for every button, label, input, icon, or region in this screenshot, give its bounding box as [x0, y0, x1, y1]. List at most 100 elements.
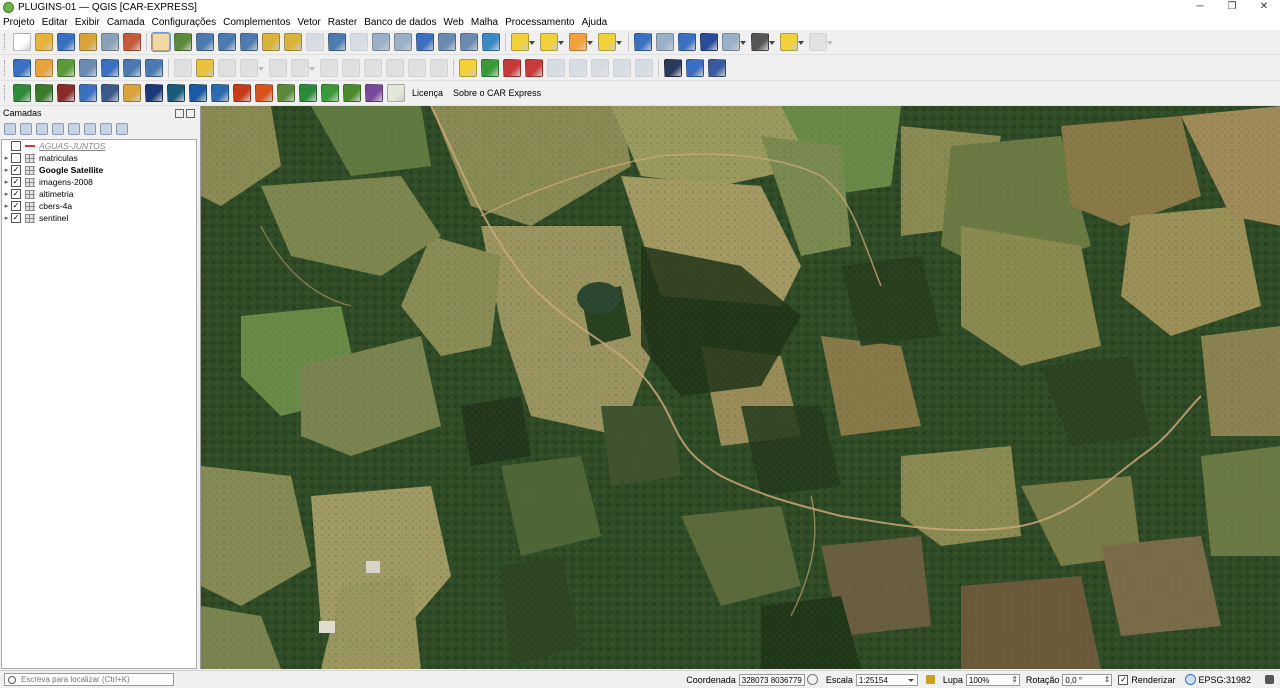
- zoom-selection-icon[interactable]: [262, 33, 280, 51]
- car-fire-alt-icon[interactable]: [255, 84, 273, 102]
- lock-scale-icon[interactable]: [925, 675, 935, 684]
- car-inpe-logo-icon[interactable]: [145, 84, 163, 102]
- menu-4[interactable]: Configurações: [149, 17, 220, 28]
- expand-arrow-icon[interactable]: ▸: [2, 214, 11, 222]
- statistics-sigma-icon[interactable]: [700, 33, 718, 51]
- layer-row[interactable]: ▸ ✓ imagens-2008: [2, 176, 196, 188]
- label-highlight-icon[interactable]: [525, 58, 543, 77]
- toolbar-grip[interactable]: [4, 59, 8, 76]
- car-compass-icon[interactable]: [123, 84, 141, 102]
- layer-row[interactable]: ▸ matriculas: [2, 152, 196, 164]
- layer-row[interactable]: ▸ ✓ cbers-4a: [2, 200, 196, 212]
- car-fire-icon[interactable]: [233, 84, 251, 102]
- locator-bar[interactable]: [4, 673, 174, 686]
- layer-row[interactable]: AGUAS-JUNTOS: [2, 140, 196, 152]
- layer-tree[interactable]: AGUAS-JUNTOS ▸ matriculas ▸ ✓ Google Satellit…: [1, 139, 197, 669]
- car-download-icon[interactable]: [101, 84, 119, 102]
- toolbar-grip[interactable]: [4, 34, 8, 50]
- label-abc-icon[interactable]: [459, 58, 477, 77]
- select-by-expression-icon[interactable]: [598, 33, 622, 51]
- manage-visibility-icon[interactable]: [36, 122, 48, 135]
- expand-all-icon[interactable]: [84, 122, 96, 135]
- menu-2[interactable]: Exibir: [72, 17, 104, 28]
- vertex-tool-icon[interactable]: [291, 58, 315, 77]
- map-tips-icon[interactable]: [780, 33, 804, 51]
- add-postgis-icon[interactable]: [101, 58, 119, 77]
- layer-visibility-checkbox[interactable]: [11, 153, 21, 163]
- coordinate-field[interactable]: 328073 8036779: [738, 673, 805, 686]
- identify-features-icon[interactable]: [634, 33, 652, 51]
- zoom-native-icon[interactable]: [306, 33, 324, 51]
- new-project-icon[interactable]: [13, 33, 31, 51]
- new-3d-view-icon[interactable]: [394, 33, 412, 51]
- measure-line-icon[interactable]: [751, 33, 775, 51]
- show-bookmarks-icon[interactable]: [438, 33, 456, 51]
- add-vector-icon[interactable]: [57, 58, 75, 77]
- menu-6[interactable]: Vetor: [294, 17, 324, 28]
- label-diagram-icon[interactable]: [481, 58, 499, 77]
- data-source-manager-icon[interactable]: [13, 58, 31, 77]
- car-satellite-icon[interactable]: [365, 84, 383, 102]
- close-panel-button[interactable]: [186, 108, 195, 118]
- delete-selected-icon[interactable]: [320, 58, 338, 77]
- cut-features-icon[interactable]: [342, 58, 360, 77]
- add-geopackage-icon[interactable]: [35, 58, 53, 77]
- pan-to-selection-icon[interactable]: [174, 33, 192, 51]
- menu-1[interactable]: Editar: [39, 17, 72, 28]
- filter-legend-icon[interactable]: [52, 122, 64, 135]
- decorations-icon[interactable]: [809, 33, 833, 51]
- python-console-icon[interactable]: [686, 58, 704, 77]
- scale-combo[interactable]: 1:25154: [855, 673, 918, 686]
- select-features-icon[interactable]: [511, 33, 535, 51]
- car-tree-box-icon[interactable]: [343, 84, 361, 102]
- toggle-editing-icon[interactable]: [196, 58, 214, 77]
- zoom-layer-icon[interactable]: [284, 33, 302, 51]
- layer-visibility-checkbox[interactable]: ✓: [11, 189, 21, 199]
- zoom-next-icon[interactable]: [350, 33, 368, 51]
- rotation-spinbox[interactable]: 0,0 °: [1062, 673, 1113, 686]
- copy-features-icon[interactable]: [364, 58, 382, 77]
- zoom-last-icon[interactable]: [328, 33, 346, 51]
- layer-visibility-checkbox[interactable]: [11, 141, 21, 151]
- label-rotate-icon[interactable]: [569, 58, 587, 77]
- menu-10[interactable]: Malha: [468, 17, 502, 28]
- zoom-full-icon[interactable]: [240, 33, 258, 51]
- toolbar-grip[interactable]: [4, 85, 8, 101]
- layer-visibility-checkbox[interactable]: ✓: [11, 201, 21, 211]
- crs-button[interactable]: EPSG:31982: [1198, 675, 1251, 685]
- car-globe-blue-icon[interactable]: [211, 84, 229, 102]
- deselect-all-icon[interactable]: [569, 33, 593, 51]
- car-globe-logo-icon[interactable]: [167, 84, 185, 102]
- license-button[interactable]: Licença: [412, 88, 443, 98]
- menu-0[interactable]: Projeto: [0, 17, 39, 28]
- add-wfs-icon[interactable]: [145, 58, 163, 77]
- car-settings-icon[interactable]: [79, 84, 97, 102]
- print-layout-icon[interactable]: [101, 33, 119, 51]
- select-by-value-icon[interactable]: [540, 33, 564, 51]
- open-styling-icon[interactable]: [4, 122, 16, 135]
- expand-arrow-icon[interactable]: ▸: [2, 154, 11, 162]
- float-panel-button[interactable]: [175, 108, 184, 118]
- render-checkbox[interactable]: ✓: [1118, 674, 1129, 685]
- label-pin-icon[interactable]: [503, 58, 521, 77]
- layer-visibility-checkbox[interactable]: ✓: [11, 177, 21, 187]
- digitize-line-icon[interactable]: [240, 58, 264, 77]
- magnifier-spinbox[interactable]: 100%: [965, 673, 1020, 686]
- collapse-all-icon[interactable]: [100, 122, 112, 135]
- menu-5[interactable]: Complementos: [220, 17, 294, 28]
- map-canvas[interactable]: [200, 106, 1280, 669]
- add-wms-icon[interactable]: [123, 58, 141, 77]
- save-as-icon[interactable]: [79, 33, 97, 51]
- open-project-icon[interactable]: [35, 33, 53, 51]
- label-move-icon[interactable]: [547, 58, 565, 77]
- label-show-hide-icon[interactable]: [613, 58, 631, 77]
- coordinate-format-icon[interactable]: [806, 674, 818, 685]
- web-globe-plugin-icon[interactable]: [664, 58, 682, 77]
- layer-row[interactable]: ▸ ✓ Google Satellite: [2, 164, 196, 176]
- expand-arrow-icon[interactable]: ▸: [2, 202, 11, 210]
- paste-features-icon[interactable]: [386, 58, 404, 77]
- save-edits-icon[interactable]: [218, 58, 236, 77]
- refresh-icon[interactable]: [482, 33, 500, 51]
- processing-gear-icon[interactable]: [678, 33, 696, 51]
- locator-input[interactable]: [21, 675, 166, 684]
